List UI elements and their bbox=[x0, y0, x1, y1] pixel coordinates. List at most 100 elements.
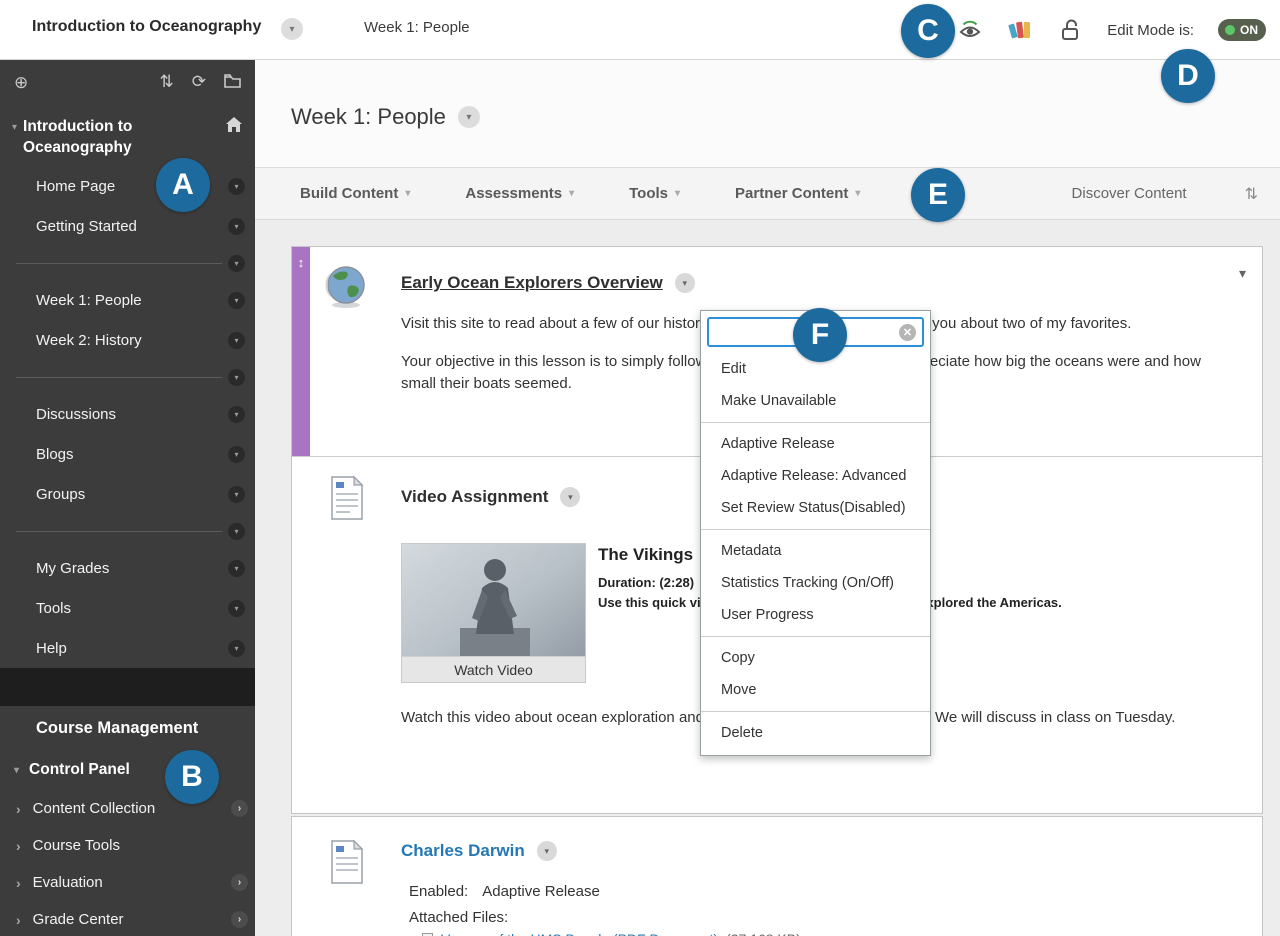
video-thumbnail[interactable]: Watch Video bbox=[401, 543, 586, 683]
sidebar-item-course-tools[interactable]: › Course Tools bbox=[0, 827, 255, 864]
menu-item-delete[interactable]: Delete bbox=[701, 717, 930, 749]
cm-item-label: Course Tools bbox=[32, 837, 120, 854]
sidebar-item-help[interactable]: Help ▾ bbox=[0, 628, 255, 668]
chevron-down-icon: ▾ bbox=[569, 188, 575, 199]
edit-mode-toggle[interactable]: ON bbox=[1218, 19, 1266, 41]
item-options-chevron-icon[interactable]: ▾ bbox=[228, 485, 245, 503]
sidebar-item-tools[interactable]: Tools ▾ bbox=[0, 588, 255, 628]
item-context-menu: ✕ Edit Make Unavailable Adaptive Release… bbox=[700, 310, 931, 756]
reorder-items-icon[interactable]: ⇅ bbox=[1245, 184, 1258, 204]
sidebar-item-getting-started[interactable]: Getting Started ▾ bbox=[0, 206, 255, 246]
menu-divider bbox=[701, 422, 930, 423]
item-options-chevron-icon[interactable]: ▾ bbox=[228, 405, 245, 423]
cm-item-label: Grade Center bbox=[32, 911, 124, 928]
content-item-charles-darwin: Charles Darwin ▾ Enabled: Adaptive Releas… bbox=[292, 817, 1262, 936]
divider-options-chevron-icon[interactable]: ▾ bbox=[228, 368, 245, 386]
menu-item-copy[interactable]: Copy bbox=[701, 642, 930, 674]
blackboard-app: Introduction to Oceanography ▾ Week 1: P… bbox=[0, 0, 1280, 936]
theme-picker-icon[interactable] bbox=[1007, 17, 1033, 43]
item-options-chevron-icon[interactable]: ▾ bbox=[228, 639, 245, 657]
course-menu-header[interactable]: ▾ Introduction to Oceanography bbox=[0, 104, 255, 166]
item-title-link[interactable]: Charles Darwin bbox=[401, 841, 525, 861]
content-document-icon bbox=[328, 839, 366, 890]
build-content-button[interactable]: Build Content ▾ bbox=[300, 185, 410, 202]
item-title-link[interactable]: Early Ocean Explorers Overview bbox=[401, 273, 663, 293]
menu-item-move[interactable]: Move bbox=[701, 674, 930, 706]
tools-label: Tools bbox=[629, 185, 669, 202]
student-preview-eye-icon[interactable] bbox=[957, 17, 983, 43]
clear-search-icon[interactable]: ✕ bbox=[899, 323, 916, 341]
sidebar-item-label: Home Page bbox=[36, 177, 116, 195]
item-options-chevron-icon[interactable]: ▾ bbox=[674, 273, 695, 293]
attachment-link[interactable]: Voyage of the HMS Beagle (PDF Document) bbox=[441, 931, 718, 936]
menu-item-statistics-tracking[interactable]: Statistics Tracking (On/Off) bbox=[701, 567, 930, 599]
sidebar-item-blogs[interactable]: Blogs ▾ bbox=[0, 434, 255, 474]
unlock-icon[interactable] bbox=[1057, 17, 1083, 43]
page-header: Week 1: People ▾ bbox=[255, 60, 1280, 168]
course-title-menu-chevron-icon[interactable]: ▾ bbox=[281, 18, 303, 40]
chevron-down-icon: ▾ bbox=[405, 188, 411, 199]
sidebar-item-evaluation[interactable]: › Evaluation › bbox=[0, 864, 255, 901]
divider-options-chevron-icon[interactable]: ▾ bbox=[228, 522, 245, 540]
sidebar-item-content-collection[interactable]: › Content Collection › bbox=[0, 790, 255, 827]
course-menu-sidebar: ⊕ ⇅ ⟳ ▾ Introduction to Oceanography Hom… bbox=[0, 60, 255, 936]
refresh-menu-icon[interactable]: ⟳ bbox=[192, 73, 206, 91]
drag-handle-icon[interactable]: ↕ bbox=[292, 255, 310, 270]
menu-view-icon[interactable] bbox=[224, 73, 241, 91]
collapse-course-menu-icon[interactable]: ▾ bbox=[12, 122, 17, 133]
item-options-chevron-icon[interactable]: ▾ bbox=[228, 445, 245, 463]
item-options-chevron-icon[interactable]: ▾ bbox=[536, 841, 557, 861]
content-list-card: Charles Darwin ▾ Enabled: Adaptive Releas… bbox=[291, 816, 1263, 936]
item-options-chevron-icon[interactable]: ▾ bbox=[228, 331, 245, 349]
breadcrumb: Week 1: People bbox=[364, 19, 470, 36]
item-options-chevron-icon[interactable]: ▾ bbox=[228, 177, 245, 195]
annotation-badge-f: F bbox=[793, 308, 847, 362]
partner-content-label: Partner Content bbox=[735, 185, 849, 202]
sidebar-item-groups[interactable]: Groups ▾ bbox=[0, 474, 255, 514]
tools-button[interactable]: Tools ▾ bbox=[629, 185, 680, 202]
sidebar-item-home-page[interactable]: Home Page ▾ bbox=[0, 166, 255, 206]
menu-item-adaptive-release-advanced[interactable]: Adaptive Release: Advanced bbox=[701, 460, 930, 492]
edit-mode-on-dot bbox=[1225, 25, 1235, 35]
menu-item-set-review-status[interactable]: Set Review Status(Disabled) bbox=[701, 492, 930, 524]
assessments-button[interactable]: Assessments ▾ bbox=[465, 185, 574, 202]
sidebar-item-label: Discussions bbox=[36, 405, 117, 423]
sidebar-item-label: Blogs bbox=[36, 445, 74, 463]
attachment-row: Voyage of the HMS Beagle (PDF Document) … bbox=[422, 931, 801, 936]
item-options-chevron-icon[interactable]: ▾ bbox=[560, 487, 581, 507]
annotation-badge-e: E bbox=[911, 168, 965, 222]
divider-options-chevron-icon[interactable]: ▾ bbox=[228, 254, 245, 272]
item-options-chevron-icon[interactable]: ▾ bbox=[228, 291, 245, 309]
collapse-item-chevron-icon[interactable]: ▾ bbox=[1239, 265, 1246, 282]
watch-video-button[interactable]: Watch Video bbox=[402, 656, 585, 682]
reorder-menu-icon[interactable]: ⇅ bbox=[160, 73, 174, 91]
item-options-chevron-icon[interactable]: ▾ bbox=[228, 599, 245, 617]
sidebar-item-week1-people[interactable]: Week 1: People ▾ bbox=[0, 280, 255, 320]
menu-item-metadata[interactable]: Metadata bbox=[701, 535, 930, 567]
page-title-menu-chevron-icon[interactable]: ▾ bbox=[457, 106, 480, 128]
sidebar-item-week2-history[interactable]: Week 2: History ▾ bbox=[0, 320, 255, 360]
collapse-control-panel-icon[interactable]: ▾ bbox=[14, 765, 19, 776]
discover-content-link[interactable]: Discover Content bbox=[1072, 185, 1187, 202]
item-options-chevron-icon[interactable]: ▾ bbox=[228, 217, 245, 235]
open-section-arrow-icon[interactable]: › bbox=[231, 911, 248, 928]
menu-item-user-progress[interactable]: User Progress bbox=[701, 599, 930, 631]
menu-item-adaptive-release[interactable]: Adaptive Release bbox=[701, 428, 930, 460]
open-section-arrow-icon[interactable]: › bbox=[231, 800, 248, 817]
action-bar: Build Content ▾ Assessments ▾ Tools ▾ Pa… bbox=[255, 168, 1280, 220]
menu-item-make-unavailable[interactable]: Make Unavailable bbox=[701, 385, 930, 417]
edit-mode-value: ON bbox=[1240, 23, 1258, 37]
chevron-down-icon: ▾ bbox=[855, 188, 861, 199]
course-title: Introduction to Oceanography bbox=[32, 18, 262, 35]
menu-divider: ▾ bbox=[0, 360, 255, 394]
enabled-label: Enabled: bbox=[409, 883, 469, 900]
expand-icon: › bbox=[16, 800, 21, 817]
sidebar-item-grade-center[interactable]: › Grade Center › bbox=[0, 901, 255, 936]
open-section-arrow-icon[interactable]: › bbox=[231, 874, 248, 891]
item-options-chevron-icon[interactable]: ▾ bbox=[228, 559, 245, 577]
sidebar-item-discussions[interactable]: Discussions ▾ bbox=[0, 394, 255, 434]
add-menu-item-icon[interactable]: ⊕ bbox=[14, 74, 28, 91]
home-icon[interactable] bbox=[225, 116, 243, 138]
sidebar-item-my-grades[interactable]: My Grades ▾ bbox=[0, 548, 255, 588]
partner-content-button[interactable]: Partner Content ▾ bbox=[735, 185, 860, 202]
